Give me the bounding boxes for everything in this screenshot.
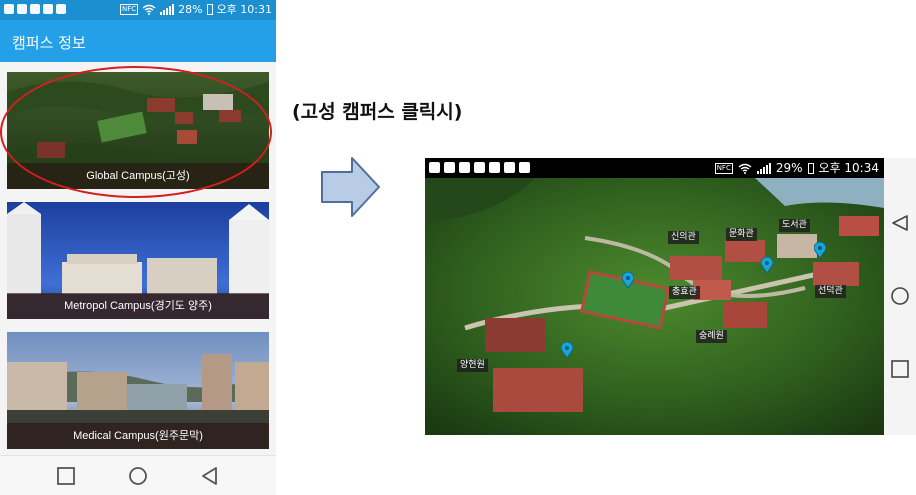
message-icon — [4, 4, 14, 14]
battery-saver-icon — [489, 162, 500, 173]
recent-apps-icon[interactable] — [56, 466, 76, 486]
battery-icon — [206, 4, 213, 15]
usb-icon — [56, 4, 66, 14]
status-right: NFC 28% 오후 10:31 — [119, 3, 272, 16]
location-pin-icon[interactable] — [761, 257, 773, 273]
usb-icon — [504, 162, 515, 173]
navigation-bar — [0, 455, 276, 495]
campus-aerial-map — [425, 178, 884, 435]
campus-card-medical[interactable]: Medical Campus(원주문막) — [7, 332, 269, 449]
back-icon[interactable] — [200, 466, 220, 486]
nfc-icon: NFC — [714, 162, 733, 174]
campus-list: Global Campus(고성) Metropol Campus(경기도 양주… — [0, 62, 276, 455]
app-title: 캠퍼스 정보 — [12, 34, 86, 52]
building-label-sinui[interactable]: 신의관 — [668, 231, 699, 244]
back-icon[interactable] — [890, 213, 910, 233]
notification-icons — [4, 4, 66, 14]
building-label-sungnye[interactable]: 숭례원 — [696, 330, 727, 343]
campus-list-screen: NFC 28% 오후 10:31 캠퍼스 정보 Global Campus(고성… — [0, 0, 276, 495]
battery-percent: 29% — [775, 161, 803, 175]
android-icon — [519, 162, 530, 173]
building-label-seondeok[interactable]: 선덕관 — [815, 285, 846, 298]
status-bar: NFC 28% 오후 10:31 — [0, 0, 276, 20]
building-label-yanghyeon[interactable]: 양현원 — [457, 359, 488, 372]
navigation-bar — [884, 158, 916, 435]
click-annotation: (고성 캠퍼스 클릭시) — [292, 101, 463, 123]
notification-icon — [17, 4, 27, 14]
image-icon — [43, 4, 53, 14]
battery-percent: 28% — [178, 3, 203, 16]
home-icon[interactable] — [890, 286, 910, 306]
location-pin-icon[interactable] — [814, 242, 826, 258]
notification-icon — [444, 162, 455, 173]
status-right: NFC 29% 오후 10:34 — [714, 161, 879, 175]
image-icon — [474, 162, 485, 173]
right-arrow-icon — [321, 157, 380, 217]
status-time: 오후 10:34 — [818, 161, 879, 175]
campus-caption: Global Campus(고성) — [7, 163, 269, 189]
battery-icon — [807, 162, 814, 174]
campus-caption: Medical Campus(원주문막) — [7, 423, 269, 449]
campus-card-metropol[interactable]: Metropol Campus(경기도 양주) — [7, 202, 269, 319]
location-pin-icon[interactable] — [561, 342, 573, 358]
wifi-icon — [142, 4, 156, 15]
app-notification-icon — [429, 162, 440, 173]
chat-icon — [30, 4, 40, 14]
location-pin-icon[interactable] — [622, 272, 634, 288]
building-label-doseo[interactable]: 도서관 — [779, 219, 810, 232]
home-icon[interactable] — [128, 466, 148, 486]
chat-icon — [459, 162, 470, 173]
recent-apps-icon[interactable] — [890, 359, 910, 379]
campus-card-global[interactable]: Global Campus(고성) — [7, 72, 269, 189]
app-bar: 캠퍼스 정보 — [0, 20, 276, 62]
building-label-chunghyo[interactable]: 충효관 — [669, 286, 700, 299]
campus-map-screen: NFC 29% 오후 10:34 신의관 문화관 도서관 충효관 선덕관 숭례원… — [425, 158, 916, 435]
status-bar: NFC 29% 오후 10:34 — [425, 158, 884, 178]
signal-icon — [756, 162, 771, 174]
campus-map[interactable]: 신의관 문화관 도서관 충효관 선덕관 숭례원 양현원 — [425, 178, 884, 435]
status-time: 오후 10:31 — [216, 3, 272, 16]
notification-icons — [429, 162, 530, 173]
signal-icon — [160, 4, 175, 15]
nfc-icon: NFC — [119, 4, 139, 15]
wifi-icon — [738, 163, 752, 174]
campus-caption: Metropol Campus(경기도 양주) — [7, 293, 269, 319]
building-label-munhwa[interactable]: 문화관 — [726, 228, 757, 241]
